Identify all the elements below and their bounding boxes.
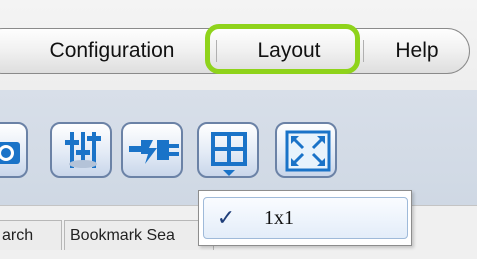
camera-button[interactable] [0, 122, 28, 178]
menu-configuration[interactable]: Configuration [26, 34, 198, 68]
grid-layout-icon [211, 132, 247, 176]
menu-separator [363, 40, 364, 62]
tab-search[interactable]: arch [0, 220, 62, 250]
layout-highlight-outline [205, 24, 360, 74]
equalizer-button[interactable] [50, 122, 112, 178]
tab-bookmark-search[interactable]: Bookmark Sea [64, 220, 214, 250]
checkmark-icon: ✓ [216, 205, 236, 230]
camera-icon [0, 142, 20, 164]
menu-help[interactable]: Help [382, 34, 452, 68]
layout-option-label: 1x1 [264, 207, 294, 229]
fullscreen-button[interactable] [275, 122, 337, 178]
equalizer-icon [65, 132, 101, 168]
dropdown-arrow-icon [223, 170, 235, 176]
plug-button[interactable] [121, 122, 183, 178]
layout-button[interactable] [197, 122, 259, 178]
fullscreen-icon [285, 130, 331, 172]
plug-icon [129, 140, 179, 164]
